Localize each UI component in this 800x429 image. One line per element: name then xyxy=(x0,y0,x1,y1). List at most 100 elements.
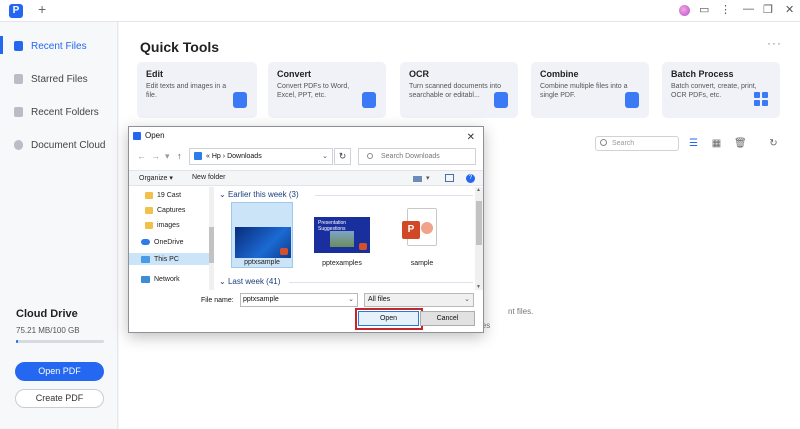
open-pdf-button[interactable]: Open PDF xyxy=(15,362,104,381)
restore-icon[interactable]: ❐ xyxy=(763,3,773,16)
scroll-down-icon[interactable]: ▼ xyxy=(476,284,481,290)
chevron-down-icon[interactable]: ⌄ xyxy=(348,294,354,306)
powerpoint-badge-icon xyxy=(359,243,367,250)
scroll-up-icon[interactable]: ▲ xyxy=(476,187,481,193)
nav-item-images[interactable]: images xyxy=(145,219,180,231)
view-options-chevron-icon[interactable]: ▾ xyxy=(426,174,430,182)
cloud-usage-bar xyxy=(16,340,104,343)
nav-item-this-pc[interactable]: This PC xyxy=(129,253,209,265)
edit-icon xyxy=(233,92,247,108)
folder-icon xyxy=(145,221,153,229)
help-icon[interactable]: ? xyxy=(466,174,475,183)
card-title: OCR xyxy=(409,69,429,79)
recent-locations-icon[interactable]: ▾ xyxy=(165,151,170,162)
preview-pane-icon[interactable] xyxy=(445,174,454,182)
card-title: Batch Process xyxy=(671,69,734,79)
group-earlier-this-week[interactable]: ⌄ Earlier this week (3) xyxy=(219,190,299,199)
menu-icon[interactable]: ⋮ xyxy=(720,3,731,16)
nav-scrollbar-thumb[interactable] xyxy=(209,227,214,263)
cancel-button[interactable]: Cancel xyxy=(420,311,475,326)
refresh-icon[interactable]: ↻ xyxy=(768,138,779,149)
quick-tool-edit[interactable]: Edit Edit texts and images in a file. xyxy=(137,62,257,118)
file-list-scrollbar-thumb[interactable] xyxy=(476,201,482,245)
app-logo-icon: P xyxy=(9,4,23,18)
dialog-toolbar: Organize ▾ New folder ▾ ? xyxy=(129,170,483,186)
thumbnail-image xyxy=(330,231,354,247)
back-icon[interactable]: ← xyxy=(137,151,146,161)
breadcrumb-separator: › xyxy=(222,153,226,160)
open-file-dialog: Open ✕ ← → ▾ ↑ « Hp › Downloads ⌄ ↻ Sear… xyxy=(128,126,484,333)
sidebar-item-recent-files[interactable]: Recent Files xyxy=(14,38,87,54)
breadcrumb-overflow[interactable]: « xyxy=(206,153,210,160)
nav-scrollbar[interactable] xyxy=(209,187,214,290)
nav-item-captures[interactable]: Captures xyxy=(145,204,185,216)
sidebar-item-label: Recent Folders xyxy=(31,106,99,118)
nav-item-label: This PC xyxy=(154,255,179,263)
card-description: Turn scanned documents into searchable o… xyxy=(409,83,501,99)
cloud-drive-usage: 75.21 MB/100 GB xyxy=(16,326,80,335)
up-folder-icon[interactable]: ↑ xyxy=(177,151,182,161)
address-bar[interactable]: « Hp › Downloads ⌄ xyxy=(189,148,333,165)
card-description: Convert PDFs to Word, Excel, PPT, etc. xyxy=(277,83,350,99)
file-item-pptxsample[interactable]: pptxsample xyxy=(231,202,293,268)
navigation-row: ← → ▾ ↑ « Hp › Downloads ⌄ ↻ Search Down… xyxy=(129,147,483,167)
dialog-search-placeholder: Search Downloads xyxy=(381,153,440,160)
search-placeholder: Search xyxy=(612,140,635,147)
close-icon[interactable]: ✕ xyxy=(785,3,794,16)
card-description: Edit texts and images in a file. xyxy=(146,83,227,99)
new-folder-button[interactable]: New folder xyxy=(192,174,225,181)
list-view-icon[interactable]: ☰ xyxy=(688,138,699,149)
file-item-pptexamples[interactable]: Presentation Suggestions pptexamples xyxy=(311,202,373,268)
sidebar-item-starred-files[interactable]: Starred Files xyxy=(14,71,88,87)
quick-tool-batch-process[interactable]: Batch Process Batch convert, create, pri… xyxy=(662,62,780,118)
star-icon xyxy=(14,74,23,84)
organize-menu[interactable]: Organize ▾ xyxy=(139,174,173,182)
file-name-input[interactable]: pptxsample ⌄ xyxy=(240,293,358,307)
group-label: Last week (41) xyxy=(227,277,281,286)
file-type-value: All files xyxy=(368,296,391,303)
avatar[interactable] xyxy=(679,5,690,16)
grid-view-icon[interactable]: ▦ xyxy=(711,138,722,149)
powerpoint-badge-icon xyxy=(280,248,288,255)
minimize-icon[interactable]: — xyxy=(743,3,754,15)
change-view-icon[interactable] xyxy=(413,176,422,182)
file-item-sample[interactable]: P sample xyxy=(391,202,453,268)
open-button[interactable]: Open xyxy=(358,311,419,326)
more-options-icon[interactable]: ··· xyxy=(767,36,782,50)
chevron-down-icon[interactable]: ⌄ xyxy=(322,149,328,164)
sidebar-item-document-cloud[interactable]: Document Cloud xyxy=(14,137,105,153)
computer-icon xyxy=(141,255,150,263)
nav-item-network[interactable]: Network xyxy=(141,273,180,285)
group-last-week[interactable]: ⌄ Last week (41) xyxy=(219,277,280,286)
chevron-down-icon: ⌄ xyxy=(219,277,228,286)
file-list-scrollbar[interactable]: ▲ ▼ xyxy=(475,187,483,290)
group-divider xyxy=(315,195,473,196)
refresh-button[interactable]: ↻ xyxy=(334,148,351,165)
file-name-label: File name: xyxy=(201,297,234,304)
sidebar-item-recent-folders[interactable]: Recent Folders xyxy=(14,104,99,120)
new-tab-button[interactable]: + xyxy=(38,1,46,17)
delete-icon[interactable]: 🗑 xyxy=(734,138,747,149)
file-type-select[interactable]: All files ⌄ xyxy=(364,293,474,307)
folder-icon xyxy=(145,206,153,214)
quick-tool-convert[interactable]: Convert Convert PDFs to Word, Excel, PPT… xyxy=(268,62,386,118)
nav-item-onedrive[interactable]: OneDrive xyxy=(141,236,184,248)
cloud-usage-fill xyxy=(16,340,18,343)
breadcrumb-hp[interactable]: Hp xyxy=(212,153,221,160)
card-description: Combine multiple files into a single PDF… xyxy=(540,83,628,99)
quick-tools-title: Quick Tools xyxy=(140,39,220,55)
dialog-search-input[interactable]: Search Downloads xyxy=(358,148,476,165)
create-pdf-button[interactable]: Create PDF xyxy=(15,389,104,408)
message-icon[interactable]: ▭ xyxy=(699,3,709,16)
navigation-pane: 19 Cast Captures images OneDrive This PC… xyxy=(129,187,213,290)
quick-tool-combine[interactable]: Combine Combine multiple files into a si… xyxy=(531,62,649,118)
forward-icon[interactable]: → xyxy=(151,151,160,161)
quick-tool-ocr[interactable]: OCR Turn scanned documents into searchab… xyxy=(400,62,518,118)
dialog-close-button[interactable]: ✕ xyxy=(467,129,475,147)
powerpoint-file-icon: P xyxy=(402,208,437,246)
sidebar-item-label: Starred Files xyxy=(31,73,88,85)
nav-item-19-cast[interactable]: 19 Cast xyxy=(145,189,181,201)
breadcrumb-downloads[interactable]: Downloads xyxy=(227,153,262,160)
card-title: Combine xyxy=(540,69,579,79)
files-search-input[interactable]: Search xyxy=(595,136,679,151)
